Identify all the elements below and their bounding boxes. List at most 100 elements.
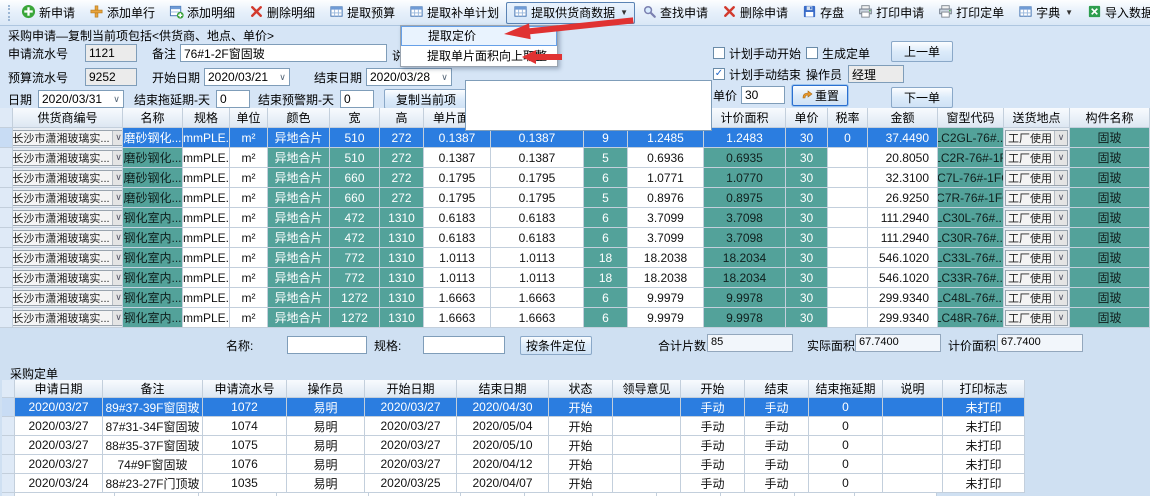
cell[interactable]: 2020/03/27	[365, 436, 457, 455]
column-header[interactable]: 窗型代码	[938, 108, 1004, 128]
supplier-combo[interactable]: 长沙市潇湘玻璃实...∨	[13, 248, 123, 268]
cell[interactable]: 3.7098	[704, 208, 786, 228]
cell[interactable]: 6	[584, 228, 628, 248]
delivery-location-combo[interactable]: 工厂使用∨	[1004, 188, 1070, 208]
cell[interactable]: 30	[786, 168, 828, 188]
cell[interactable]: 5	[584, 148, 628, 168]
supplier-combo[interactable]: 长沙市潇湘玻璃实...∨	[13, 208, 123, 228]
table-row[interactable]: 长沙市潇湘玻璃实...∨磨砂钢化...6mmPLE...m²异地合片660272…	[0, 188, 1150, 208]
cell[interactable]: 0.6183	[491, 208, 584, 228]
apply-no-field[interactable]	[85, 44, 137, 62]
column-header[interactable]: 打印标志	[943, 380, 1025, 398]
column-header[interactable]: 名称	[123, 108, 183, 128]
cell[interactable]: 2020/05/10	[457, 436, 549, 455]
cell[interactable]: m²	[230, 188, 268, 208]
table-row[interactable]: 长沙市潇湘玻璃实...∨钢化室内...6mmPLE...m²异地合片127213…	[0, 308, 1150, 328]
cell[interactable]	[883, 455, 943, 474]
supplier-combo[interactable]: 长沙市潇湘玻璃实...∨	[13, 168, 123, 188]
cell[interactable]: 异地合片	[268, 208, 330, 228]
cell[interactable]	[613, 436, 681, 455]
cell[interactable]: 6mmPLE...	[183, 188, 230, 208]
cell[interactable]: LC7R-76#-1FO	[938, 188, 1004, 208]
cell[interactable]: 88#35-37F窗固玻	[103, 436, 203, 455]
cell[interactable]: 钢化室内...	[123, 228, 183, 248]
cell[interactable]: 异地合片	[268, 268, 330, 288]
description-textarea[interactable]	[465, 80, 712, 131]
copy-current-button[interactable]: 复制当前项	[384, 89, 468, 109]
cell[interactable]: 299.9340	[868, 288, 938, 308]
warn-field[interactable]	[340, 90, 374, 108]
cell[interactable]: 2020/04/30	[457, 398, 549, 417]
cell[interactable]	[828, 308, 868, 328]
column-header[interactable]: 说明	[883, 380, 943, 398]
cell[interactable]: 9	[584, 128, 628, 148]
operator-field[interactable]	[848, 65, 904, 83]
cell[interactable]: 6mmPLE...	[183, 228, 230, 248]
cell[interactable]: m²	[230, 268, 268, 288]
cell[interactable]: 1310	[380, 208, 424, 228]
cell[interactable]: 开始	[549, 474, 613, 493]
cell[interactable]: LC33L-76#...	[938, 248, 1004, 268]
cell[interactable]: 1310	[380, 248, 424, 268]
cell[interactable]: 510	[330, 128, 380, 148]
cell[interactable]: 未打印	[943, 474, 1025, 493]
cell[interactable]: 18	[584, 268, 628, 288]
cell[interactable]: 开始	[549, 436, 613, 455]
cell[interactable]: 磨砂钢化...	[123, 188, 183, 208]
extract-budget-button[interactable]: 提取预算	[322, 2, 402, 24]
cell[interactable]: 钢化室内...	[123, 208, 183, 228]
cell[interactable]: 固玻	[1070, 188, 1150, 208]
previous-order-button[interactable]: 上一单	[891, 41, 953, 62]
cell[interactable]: 18	[584, 248, 628, 268]
cell[interactable]: 6	[584, 208, 628, 228]
cell[interactable]: 1.0113	[491, 248, 584, 268]
cell[interactable]: 手动	[745, 474, 809, 493]
cell[interactable]: 660	[330, 188, 380, 208]
cell[interactable]: 2020/03/27	[365, 398, 457, 417]
cell[interactable]: 易明	[287, 417, 365, 436]
delivery-location-combo[interactable]: 工厂使用∨	[1004, 248, 1070, 268]
cell[interactable]: 0.8976	[628, 188, 704, 208]
locate-by-condition-button[interactable]: 按条件定位	[520, 336, 592, 355]
cell[interactable]: 32.3100	[868, 168, 938, 188]
column-header[interactable]: 单价	[786, 108, 828, 128]
cell[interactable]: 2020/04/07	[457, 474, 549, 493]
cell[interactable]: 2020/03/27	[365, 417, 457, 436]
cell[interactable]: 1310	[380, 268, 424, 288]
cell[interactable]: m²	[230, 208, 268, 228]
cell[interactable]: 手动	[745, 455, 809, 474]
cell[interactable]: 88#23-27F门顶玻	[103, 474, 203, 493]
cell[interactable]: 1.0770	[704, 168, 786, 188]
cell[interactable]: 异地合片	[268, 248, 330, 268]
cell[interactable]: 0.6935	[704, 148, 786, 168]
cell[interactable]: 未打印	[943, 455, 1025, 474]
cell[interactable]: 30	[786, 188, 828, 208]
price-field[interactable]	[741, 86, 785, 104]
cell[interactable]: 0.6183	[424, 208, 491, 228]
add-detail-button[interactable]: 添加明细	[162, 2, 242, 24]
cell[interactable]: 6mmPLE...	[183, 288, 230, 308]
cell[interactable]: 2020/03/24	[15, 474, 103, 493]
cell[interactable]: 30	[786, 228, 828, 248]
cell[interactable]	[883, 474, 943, 493]
print-request-button[interactable]: 打印申请	[851, 2, 931, 24]
cell[interactable]: 2020/03/27	[15, 455, 103, 474]
cell[interactable]: 1075	[203, 436, 287, 455]
cell[interactable]: LC2GL-76#...	[938, 128, 1004, 148]
cell[interactable]: 272	[380, 148, 424, 168]
column-header[interactable]: 开始日期	[365, 380, 457, 398]
column-header[interactable]: 备注	[103, 380, 203, 398]
spec-filter-field[interactable]	[423, 336, 505, 354]
column-header[interactable]: 操作员	[287, 380, 365, 398]
cell[interactable]: 30	[786, 308, 828, 328]
cell[interactable]: 钢化室内...	[123, 268, 183, 288]
cell[interactable]: 30	[786, 288, 828, 308]
supplier-combo[interactable]: 长沙市潇湘玻璃实...∨	[13, 188, 123, 208]
column-header[interactable]: 申请流水号	[203, 380, 287, 398]
cell[interactable]: 1310	[380, 288, 424, 308]
cell[interactable]: 6	[584, 308, 628, 328]
cell[interactable]: 易明	[287, 474, 365, 493]
cell[interactable]	[883, 417, 943, 436]
cell[interactable]: LC48L-76#...	[938, 288, 1004, 308]
delay-field[interactable]	[216, 90, 250, 108]
